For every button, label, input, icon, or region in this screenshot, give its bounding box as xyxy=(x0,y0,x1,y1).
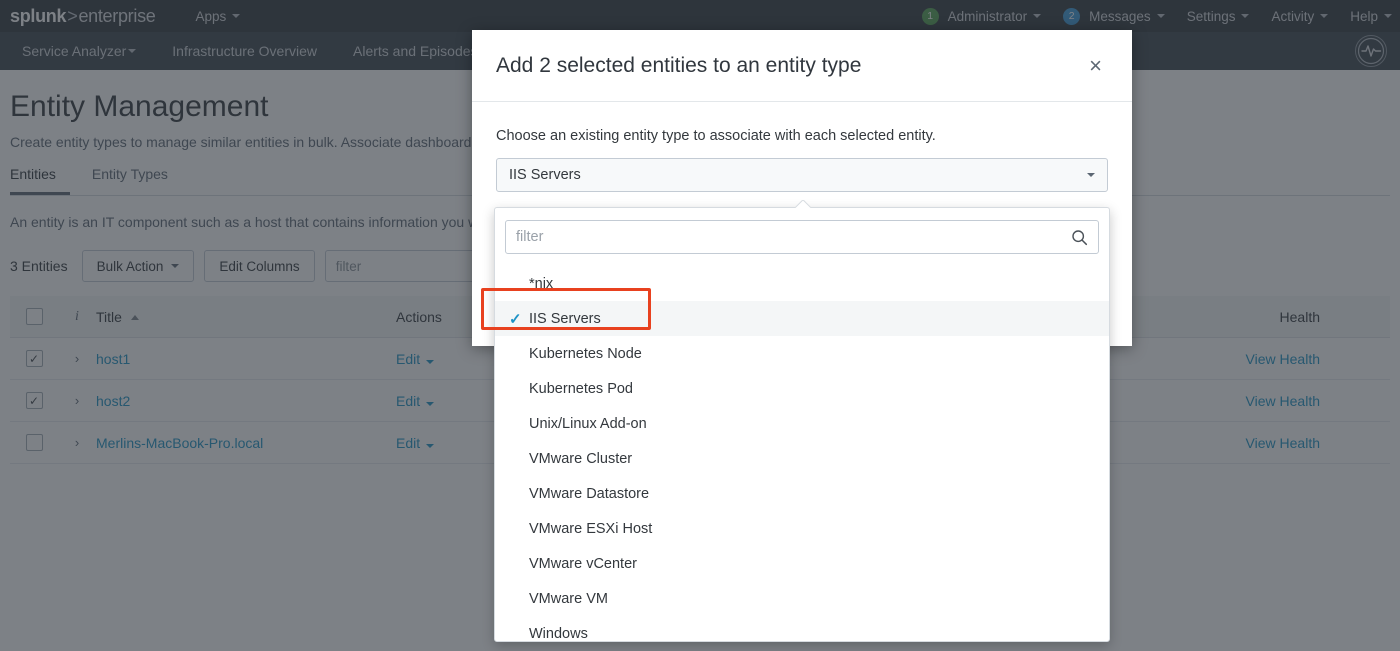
dropdown-option-vmware-vm[interactable]: ✓ VMware VM xyxy=(495,581,1109,616)
magnifier-icon xyxy=(1072,229,1088,245)
close-icon[interactable]: × xyxy=(1083,51,1108,81)
option-label: VMware vCenter xyxy=(529,555,637,572)
option-label: Kubernetes Node xyxy=(529,345,642,362)
entity-type-select-value: IIS Servers xyxy=(509,167,581,183)
dropdown-option-nix[interactable]: ✓ *nix xyxy=(495,266,1109,301)
dropdown-option-vmware-esxi-host[interactable]: ✓ VMware ESXi Host xyxy=(495,511,1109,546)
option-label: Unix/Linux Add-on xyxy=(529,415,647,432)
entity-type-dropdown-panel: filter ✓ *nix ✓ IIS Servers ✓ Kubernetes… xyxy=(494,207,1110,642)
option-label: *nix xyxy=(529,275,554,292)
dropdown-filter-placeholder: filter xyxy=(516,229,544,245)
check-icon: ✓ xyxy=(509,590,529,608)
entity-type-option-list: ✓ *nix ✓ IIS Servers ✓ Kubernetes Node ✓… xyxy=(495,260,1109,651)
dropdown-filter-input[interactable]: filter xyxy=(505,220,1099,254)
dropdown-option-kubernetes-pod[interactable]: ✓ Kubernetes Pod xyxy=(495,371,1109,406)
check-icon: ✓ xyxy=(509,415,529,433)
check-icon: ✓ xyxy=(509,450,529,468)
check-icon: ✓ xyxy=(509,345,529,363)
dropdown-option-windows[interactable]: ✓ Windows xyxy=(495,616,1109,651)
check-icon: ✓ xyxy=(509,625,529,643)
check-icon: ✓ xyxy=(509,485,529,503)
dropdown-caret-icon xyxy=(795,200,811,208)
modal-help-text: Choose an existing entity type to associ… xyxy=(496,128,936,144)
check-icon: ✓ xyxy=(509,380,529,398)
option-label: VMware ESXi Host xyxy=(529,520,653,537)
check-icon: ✓ xyxy=(509,555,529,573)
dropdown-option-vmware-vcenter[interactable]: ✓ VMware vCenter xyxy=(495,546,1109,581)
chevron-down-icon xyxy=(1087,173,1095,177)
modal-body: Choose an existing entity type to associ… xyxy=(472,102,1132,192)
option-label: VMware VM xyxy=(529,590,608,607)
check-icon: ✓ xyxy=(509,275,529,293)
check-icon: ✓ xyxy=(509,310,522,328)
app-root: splunk>enterprise Apps 1 Administrator 2… xyxy=(0,0,1400,651)
check-icon: ✓ xyxy=(509,520,529,538)
option-label: Windows xyxy=(529,625,588,642)
option-label: VMware Datastore xyxy=(529,485,650,502)
option-label: IIS Servers xyxy=(529,310,601,327)
dropdown-option-unix-linux-add-on[interactable]: ✓ Unix/Linux Add-on xyxy=(495,406,1109,441)
dropdown-option-iis-servers[interactable]: ✓ IIS Servers xyxy=(495,301,1109,336)
option-label: Kubernetes Pod xyxy=(529,380,633,397)
modal-header: Add 2 selected entities to an entity typ… xyxy=(472,30,1132,102)
modal-title: Add 2 selected entities to an entity typ… xyxy=(496,53,862,77)
option-label: VMware Cluster xyxy=(529,450,633,467)
dropdown-option-vmware-datastore[interactable]: ✓ VMware Datastore xyxy=(495,476,1109,511)
dropdown-option-vmware-cluster[interactable]: ✓ VMware Cluster xyxy=(495,441,1109,476)
dropdown-option-kubernetes-node[interactable]: ✓ Kubernetes Node xyxy=(495,336,1109,371)
entity-type-select[interactable]: IIS Servers xyxy=(496,158,1108,192)
